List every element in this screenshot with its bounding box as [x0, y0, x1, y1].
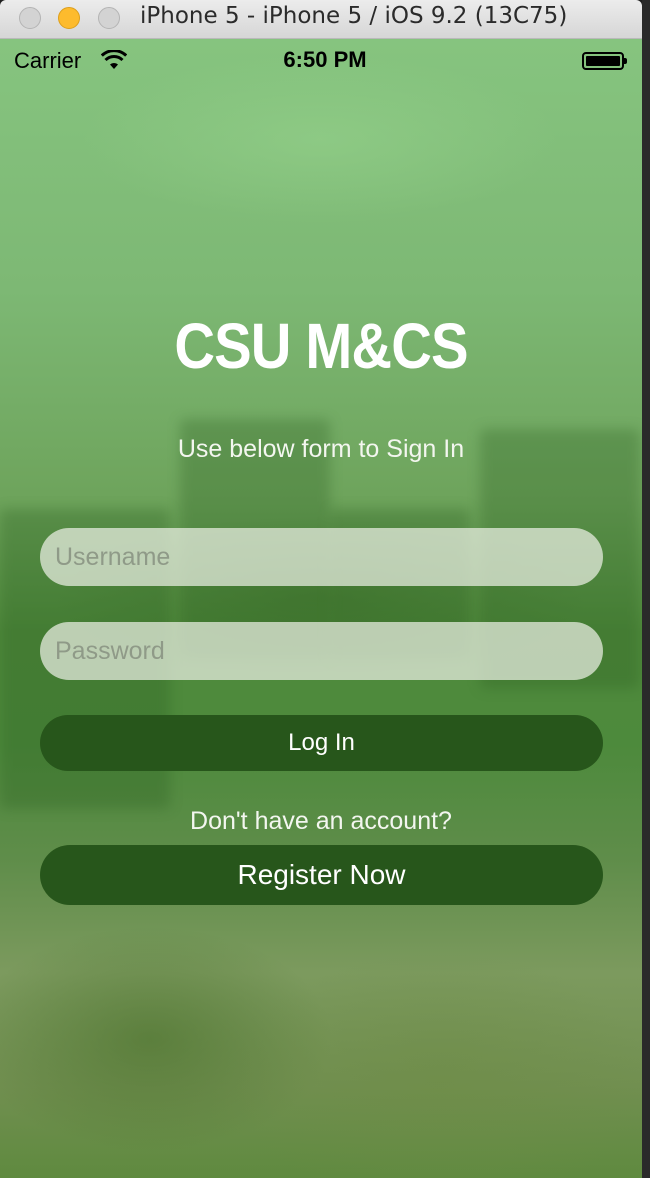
battery-icon — [582, 52, 627, 70]
window-edge — [642, 0, 650, 1178]
close-window-button[interactable] — [19, 7, 41, 29]
username-input[interactable] — [40, 528, 603, 586]
sign-in-subtitle: Use below form to Sign In — [177, 435, 465, 463]
register-now-button[interactable]: Register Now — [40, 845, 603, 905]
window-title: iPhone 5 - iPhone 5 / iOS 9.2 (13C75) — [140, 3, 568, 29]
zoom-window-button[interactable] — [98, 7, 120, 29]
log-in-button[interactable]: Log In — [40, 715, 603, 771]
app-title: CSU M&CS — [174, 310, 468, 382]
status-time: 6:50 PM — [283, 47, 367, 72]
status-bar: Carrier 6:50 PM — [0, 39, 642, 83]
register-prompt: Don't have an account? — [190, 807, 452, 835]
password-input[interactable] — [40, 622, 603, 680]
window-titlebar[interactable]: iPhone 5 - iPhone 5 / iOS 9.2 (13C75) — [0, 0, 642, 39]
minimize-window-button[interactable] — [58, 7, 80, 29]
app-screen: Carrier 6:50 PM CSU M&CS Use below form … — [0, 39, 642, 1178]
simulator-window: iPhone 5 - iPhone 5 / iOS 9.2 (13C75) Ca… — [0, 0, 650, 1178]
